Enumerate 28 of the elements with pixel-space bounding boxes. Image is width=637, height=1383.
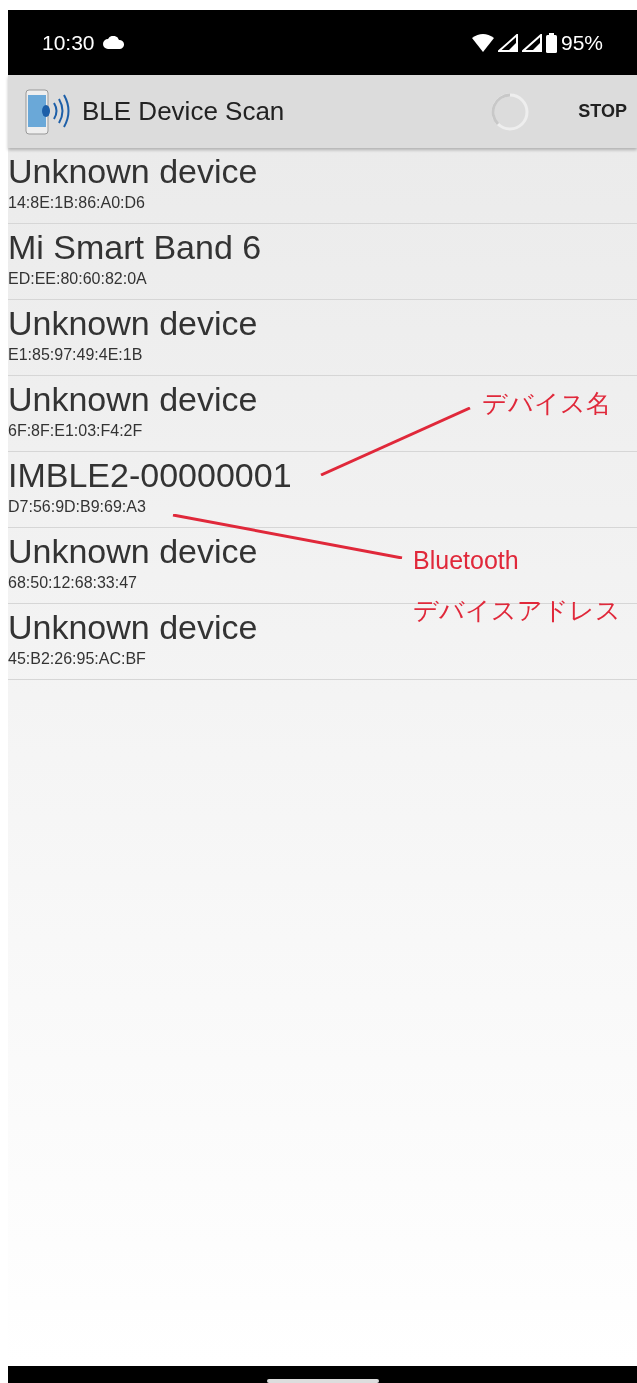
- annotation-label: デバイスアドレス: [413, 595, 621, 625]
- home-indicator[interactable]: [266, 1379, 379, 1383]
- device-address: 45:B2:26:95:AC:BF: [8, 649, 146, 669]
- stop-button[interactable]: STOP: [578, 92, 627, 131]
- device-name[interactable]: Unknown device: [8, 531, 258, 571]
- app-title: BLE Device Scan: [82, 95, 286, 128]
- battery-percent: 95%: [560, 29, 603, 56]
- device-name[interactable]: Mi Smart Band 6: [8, 227, 262, 267]
- cloud-icon: [102, 36, 125, 49]
- device-address: ED:EE:80:60:82:0A: [8, 269, 147, 289]
- device-address: E1:85:97:49:4E:1B: [8, 345, 143, 365]
- signal-icon: [497, 33, 518, 52]
- wifi-icon: [471, 33, 494, 52]
- battery-icon: [545, 32, 557, 53]
- loading-spinner-icon: [490, 91, 531, 132]
- annotation-label: Bluetooth: [413, 545, 519, 575]
- annotation-label: デバイス名: [482, 388, 611, 418]
- device-name[interactable]: Unknown device: [8, 303, 258, 343]
- device-address: 14:8E:1B:86:A0:D6: [8, 193, 145, 213]
- status-time: 10:30: [42, 29, 95, 56]
- signal-icon: [521, 33, 542, 52]
- device-name[interactable]: Unknown device: [8, 607, 258, 647]
- device-address: 6F:8F:E1:03:F4:2F: [8, 421, 143, 441]
- device-name[interactable]: IMBLE2-00000001: [8, 455, 292, 495]
- device-address: 68:50:12:68:33:47: [8, 573, 137, 593]
- device-address: D7:56:9D:B9:69:A3: [8, 497, 146, 517]
- device-name[interactable]: Unknown device: [8, 379, 258, 419]
- device-name[interactable]: Unknown device: [8, 151, 258, 191]
